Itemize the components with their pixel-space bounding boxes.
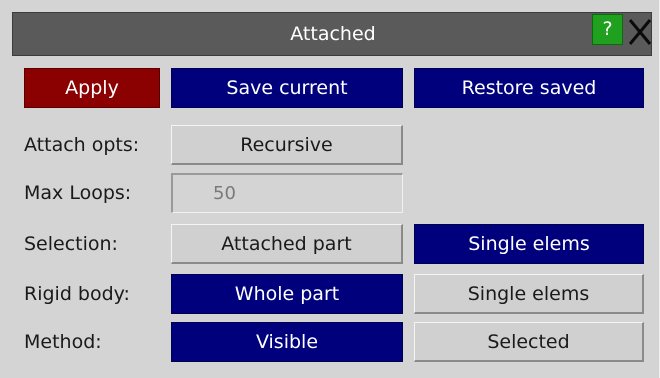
- selection-attached-part-button[interactable]: Attached part: [171, 224, 403, 264]
- save-current-button[interactable]: Save current: [171, 68, 403, 108]
- close-button[interactable]: [627, 17, 653, 47]
- restore-saved-button[interactable]: Restore saved: [414, 68, 644, 108]
- title-bar: Attached ?: [12, 12, 652, 56]
- attach-opts-label: Attach opts:: [24, 134, 140, 156]
- rigid-body-label: Rigid body:: [24, 283, 130, 305]
- window-title: Attached: [290, 23, 376, 45]
- rigid-body-single-elems-button[interactable]: Single elems: [414, 274, 644, 314]
- attached-panel: Attached ? Apply Save current Restore sa…: [0, 0, 660, 378]
- question-mark-icon: ?: [602, 18, 613, 40]
- attach-opts-button[interactable]: Recursive: [171, 125, 403, 165]
- apply-button[interactable]: Apply: [24, 68, 160, 108]
- max-loops-label: Max Loops:: [24, 182, 132, 204]
- help-button[interactable]: ?: [592, 14, 623, 45]
- close-icon: [628, 19, 652, 45]
- method-selected-button[interactable]: Selected: [414, 322, 644, 362]
- method-label: Method:: [24, 331, 102, 353]
- max-loops-input[interactable]: 50: [171, 173, 403, 213]
- rigid-body-whole-part-button[interactable]: Whole part: [171, 274, 403, 314]
- selection-label: Selection:: [24, 233, 118, 255]
- method-visible-button[interactable]: Visible: [171, 322, 403, 362]
- selection-single-elems-button[interactable]: Single elems: [414, 224, 644, 264]
